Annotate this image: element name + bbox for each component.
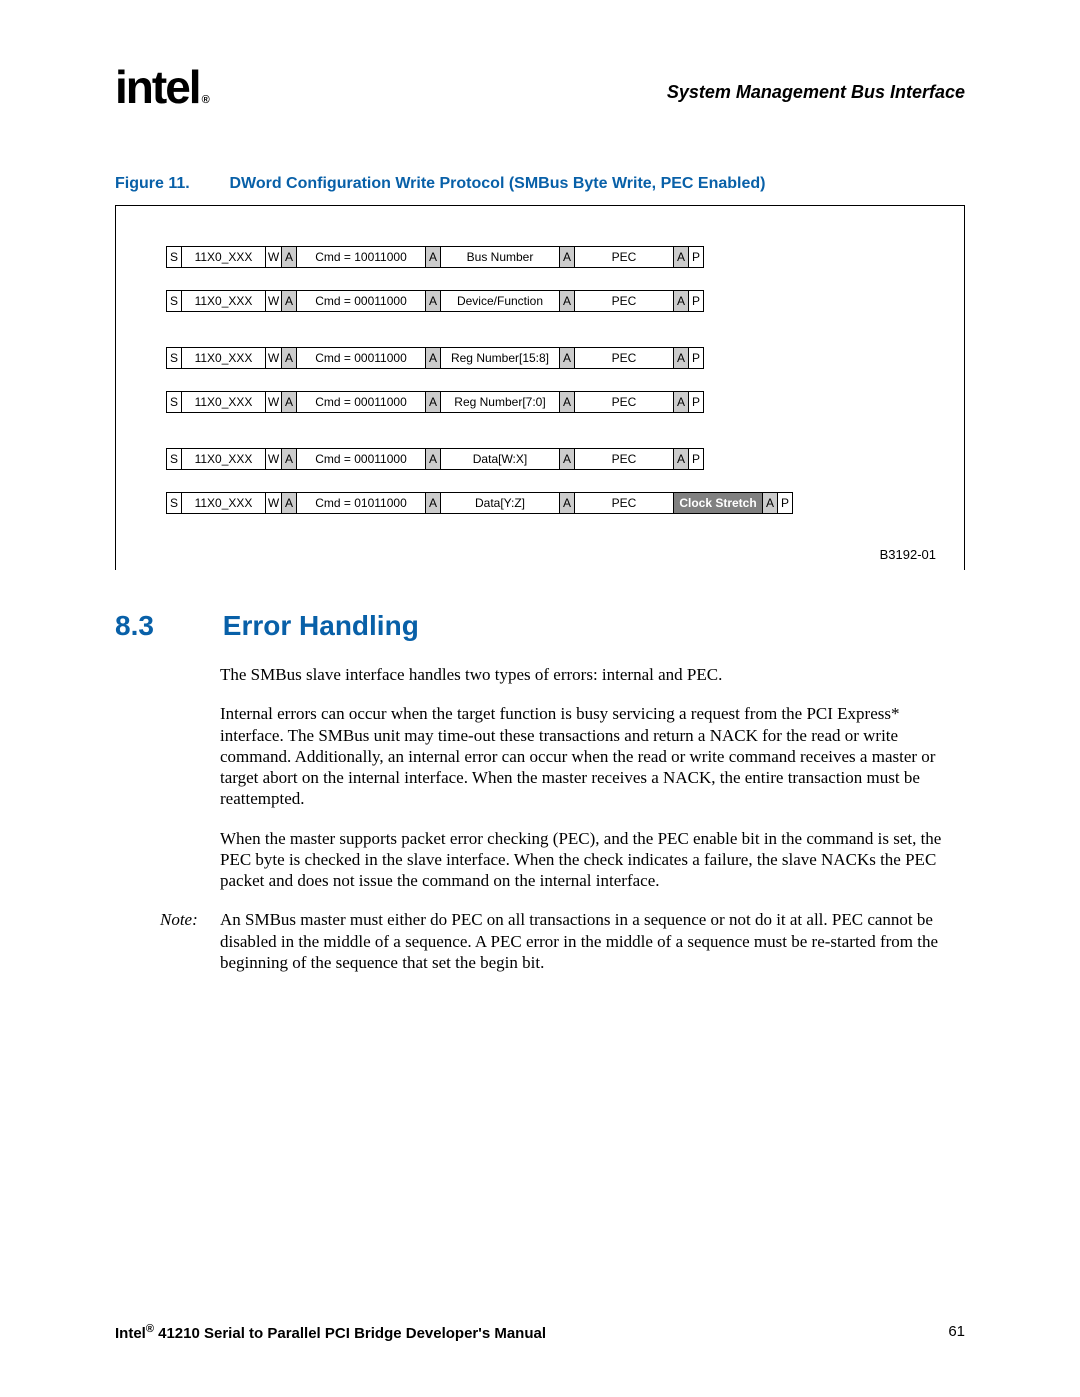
protocol-cell: P [688,347,704,369]
protocol-cell: A [559,290,575,312]
protocol-cell: PEC [574,290,674,312]
protocol-cell: A [281,290,297,312]
protocol-cell: 11X0_XXX [181,347,266,369]
protocol-cell: A [559,347,575,369]
protocol-cell: Cmd = 00011000 [296,290,426,312]
protocol-cell: W [265,290,282,312]
protocol-cell: W [265,246,282,268]
protocol-cell: A [559,391,575,413]
protocol-cell: Cmd = 01011000 [296,492,426,514]
section-title: Error Handling [223,610,419,641]
protocol-cell: S [166,391,182,413]
diagram-code: B3192-01 [880,547,936,562]
protocol-row: S11X0_XXXWACmd = 00011000ADevice/Functio… [166,290,934,312]
protocol-cell: A [673,290,689,312]
protocol-row: S11X0_XXXWACmd = 10011000ABus NumberAPEC… [166,246,934,268]
protocol-cell: A [762,492,778,514]
intel-logo: intel® [115,60,208,114]
protocol-cell: PEC [574,347,674,369]
protocol-cell: S [166,290,182,312]
protocol-cell: Reg Number[15:8] [440,347,560,369]
paragraph: The SMBus slave interface handles two ty… [220,664,965,685]
protocol-cell: W [265,492,282,514]
paragraph: When the master supports packet error ch… [220,828,965,892]
protocol-cell: A [425,290,441,312]
protocol-cell: Cmd = 00011000 [296,347,426,369]
protocol-cell: 11X0_XXX [181,246,266,268]
protocol-cell: A [559,492,575,514]
protocol-cell: W [265,347,282,369]
protocol-cell: A [281,391,297,413]
protocol-cell: S [166,448,182,470]
protocol-cell: W [265,448,282,470]
protocol-cell: Device/Function [440,290,560,312]
page-header: intel® System Management Bus Interface [115,60,965,120]
protocol-cell: P [688,391,704,413]
protocol-cell: Clock Stretch [673,492,763,514]
protocol-cell: A [281,448,297,470]
protocol-cell: 11X0_XXX [181,448,266,470]
protocol-diagram: S11X0_XXXWACmd = 10011000ABus NumberAPEC… [115,205,965,570]
note: Note: An SMBus master must either do PEC… [160,909,965,973]
protocol-row: S11X0_XXXWACmd = 00011000AReg Number[15:… [166,347,934,369]
protocol-row: S11X0_XXXWACmd = 00011000AReg Number[7:0… [166,391,934,413]
protocol-cell: A [559,448,575,470]
protocol-cell: A [425,347,441,369]
protocol-cell: Data[W:X] [440,448,560,470]
protocol-cell: A [281,492,297,514]
protocol-cell: 11X0_XXX [181,391,266,413]
protocol-cell: Cmd = 00011000 [296,391,426,413]
figure-caption: Figure 11. DWord Configuration Write Pro… [115,175,965,193]
protocol-cell: Bus Number [440,246,560,268]
protocol-cell: Data[Y:Z] [440,492,560,514]
protocol-cell: S [166,347,182,369]
protocol-cell: A [425,246,441,268]
protocol-cell: Reg Number[7:0] [440,391,560,413]
protocol-cell: Cmd = 10011000 [296,246,426,268]
page-number: 61 [948,1323,965,1342]
protocol-cell: Cmd = 00011000 [296,448,426,470]
note-label: Note: [160,909,220,973]
header-title: System Management Bus Interface [667,82,965,103]
protocol-cell: A [673,391,689,413]
body-text: The SMBus slave interface handles two ty… [220,664,965,891]
protocol-cell: PEC [574,448,674,470]
protocol-cell: A [425,492,441,514]
figure-caption-text: DWord Configuration Write Protocol (SMBu… [229,175,765,192]
protocol-cell: PEC [574,391,674,413]
protocol-cell: 11X0_XXX [181,290,266,312]
protocol-cell: A [281,246,297,268]
protocol-cell: P [688,290,704,312]
protocol-cell: S [166,492,182,514]
protocol-cell: PEC [574,492,674,514]
paragraph: Internal errors can occur when the targe… [220,703,965,809]
page-footer: Intel® 41210 Serial to Parallel PCI Brid… [115,1323,965,1342]
protocol-cell: PEC [574,246,674,268]
protocol-cell: 11X0_XXX [181,492,266,514]
logo-reg: ® [202,94,208,106]
logo-text: intel [115,61,200,113]
protocol-cell: P [777,492,793,514]
protocol-cell: A [425,448,441,470]
protocol-cell: A [673,347,689,369]
protocol-row: S11X0_XXXWACmd = 00011000AData[W:X]APECA… [166,448,934,470]
protocol-cell: P [688,448,704,470]
protocol-cell: A [281,347,297,369]
section-heading: 8.3 Error Handling [115,610,965,642]
protocol-cell: A [673,448,689,470]
section-number: 8.3 [115,610,215,642]
protocol-cell: S [166,246,182,268]
protocol-cell: A [559,246,575,268]
protocol-cell: A [673,246,689,268]
note-text: An SMBus master must either do PEC on al… [220,909,965,973]
protocol-cell: A [425,391,441,413]
protocol-cell: W [265,391,282,413]
protocol-cell: P [688,246,704,268]
footer-title: Intel® 41210 Serial to Parallel PCI Brid… [115,1323,546,1342]
protocol-row: S11X0_XXXWACmd = 01011000AData[Y:Z]APECC… [166,492,934,514]
figure-label: Figure 11. [115,175,225,193]
